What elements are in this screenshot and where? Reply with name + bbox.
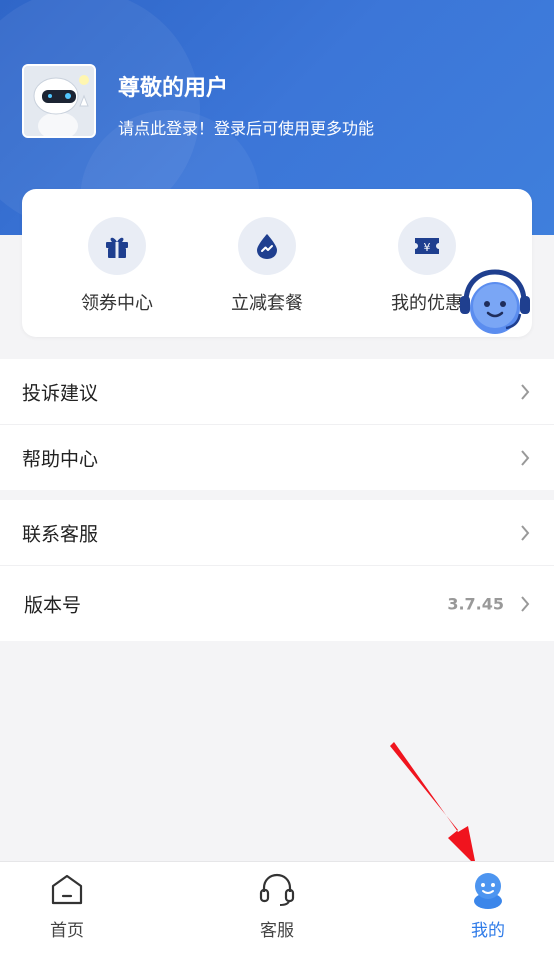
chevron-right-icon bbox=[521, 449, 530, 466]
tab-label: 首页 bbox=[50, 921, 84, 941]
menu-item-version[interactable]: 版本号 3.7.45 bbox=[0, 566, 554, 641]
menu-item-label: 版本号 bbox=[24, 594, 82, 616]
menu-item-complaints[interactable]: 投诉建议 bbox=[0, 359, 554, 425]
gift-icon bbox=[88, 217, 146, 275]
user-name[interactable]: 尊敬的用户 bbox=[118, 70, 228, 102]
menu-group-service: 联系客服 版本号 3.7.45 bbox=[0, 500, 554, 641]
home-icon bbox=[47, 870, 87, 910]
headset-icon bbox=[257, 870, 297, 910]
login-prompt[interactable]: 请点此登录！登录后可使用更多功能 bbox=[118, 115, 374, 139]
chevron-right-icon bbox=[521, 524, 530, 541]
annotation-arrow-icon bbox=[390, 742, 476, 866]
quick-action-discount-package[interactable]: 立减套餐 bbox=[207, 217, 327, 317]
bottom-tab-bar: 首页 客服 我的 bbox=[0, 861, 554, 953]
customer-service-mascot-icon[interactable] bbox=[458, 266, 532, 340]
menu-item-help-center[interactable]: 帮助中心 bbox=[0, 425, 554, 490]
yen-ticket-icon: ¥ bbox=[398, 217, 456, 275]
avatar[interactable] bbox=[22, 64, 96, 138]
quick-actions-card: 领券中心 立减套餐 ¥ 我的优惠 bbox=[22, 189, 532, 337]
trend-drop-icon bbox=[238, 217, 296, 275]
chevron-right-icon bbox=[521, 595, 530, 612]
tab-mine[interactable]: 我的 bbox=[418, 862, 554, 953]
menu-group-support: 投诉建议 帮助中心 bbox=[0, 359, 554, 490]
tab-label: 客服 bbox=[260, 921, 294, 941]
user-icon bbox=[468, 870, 508, 910]
tab-label: 我的 bbox=[471, 921, 505, 941]
tab-home[interactable]: 首页 bbox=[0, 862, 137, 953]
menu-item-label: 投诉建议 bbox=[22, 382, 99, 404]
quick-action-coupon-center[interactable]: 领券中心 bbox=[57, 217, 177, 317]
quick-action-label: 领券中心 bbox=[81, 293, 153, 314]
robot-avatar-icon bbox=[24, 66, 94, 136]
svg-text:¥: ¥ bbox=[424, 241, 431, 254]
menu-item-contact-service[interactable]: 联系客服 bbox=[0, 500, 554, 566]
version-number: 3.7.45 bbox=[447, 594, 504, 613]
tab-customer-service[interactable]: 客服 bbox=[207, 862, 347, 953]
menu-item-label: 帮助中心 bbox=[22, 448, 99, 470]
chevron-right-icon bbox=[521, 383, 530, 400]
menu-item-label: 联系客服 bbox=[22, 523, 99, 545]
quick-action-label: 立减套餐 bbox=[231, 293, 303, 314]
